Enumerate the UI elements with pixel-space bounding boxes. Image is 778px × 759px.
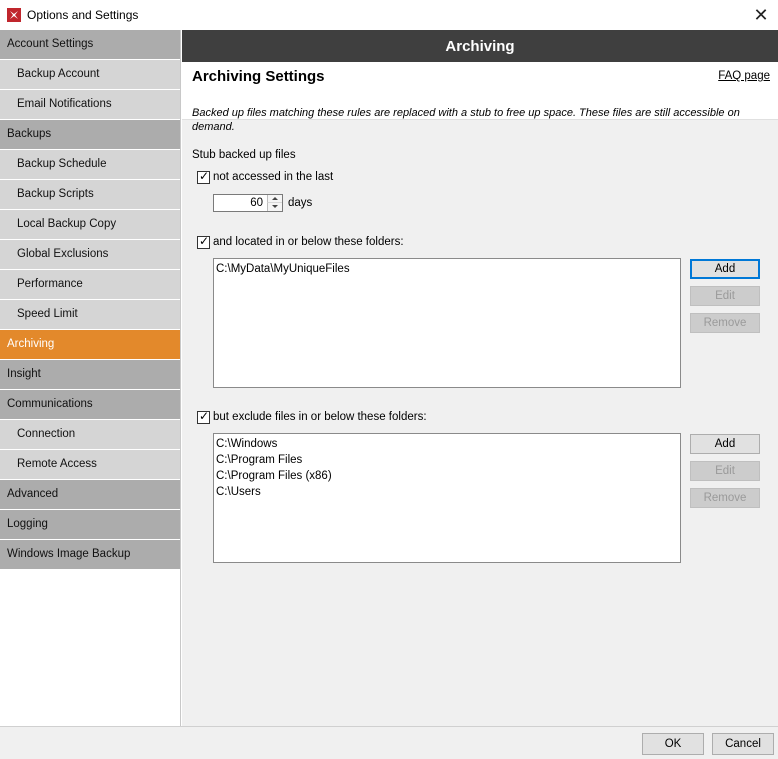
list-item[interactable]: C:\Windows <box>215 436 679 452</box>
sidebar-item-backups[interactable]: Backups <box>0 120 180 149</box>
sidebar-item-insight[interactable]: Insight <box>0 360 180 389</box>
exclude-folders-label: but exclude files in or below these fold… <box>213 411 427 423</box>
app-logo-icon <box>7 8 21 22</box>
cancel-button[interactable]: Cancel <box>712 733 774 755</box>
sidebar-item-logging[interactable]: Logging <box>0 510 180 539</box>
sidebar-item-archiving[interactable]: Archiving <box>0 330 180 359</box>
checkmark-icon: ✓ <box>199 169 210 183</box>
include-edit-button[interactable]: Edit <box>690 286 760 306</box>
sidebar-item-remote-access[interactable]: Remote Access <box>0 450 180 479</box>
stub-label: Stub backed up files <box>192 149 296 161</box>
sidebar-item-performance[interactable]: Performance <box>0 270 180 299</box>
list-item[interactable]: C:\Program Files (x86) <box>215 468 679 484</box>
title-bar: Options and Settings ✕ <box>0 0 778 30</box>
sidebar-item-connection[interactable]: Connection <box>0 420 180 449</box>
spin-down-icon[interactable] <box>267 203 282 211</box>
sidebar-item-backup-account[interactable]: Backup Account <box>0 60 180 89</box>
faq-link[interactable]: FAQ page <box>718 70 770 82</box>
sidebar-item-communications[interactable]: Communications <box>0 390 180 419</box>
ok-button[interactable]: OK <box>642 733 704 755</box>
days-unit-label: days <box>288 197 313 209</box>
checkmark-icon: ✓ <box>199 234 210 248</box>
include-remove-button[interactable]: Remove <box>690 313 760 333</box>
description-text: Backed up files matching these rules are… <box>192 107 740 133</box>
days-value[interactable]: 60 <box>214 195 266 211</box>
list-item[interactable]: C:\Program Files <box>215 452 679 468</box>
sidebar-item-advanced[interactable]: Advanced <box>0 480 180 509</box>
list-item[interactable]: C:\MyData\MyUniqueFiles <box>215 261 679 277</box>
dialog-footer: OK Cancel <box>0 726 778 759</box>
not-accessed-label: not accessed in the last <box>213 171 334 183</box>
include-add-button[interactable]: Add <box>690 259 760 279</box>
exclude-folders-checkbox[interactable]: ✓ <box>197 409 210 424</box>
sidebar-item-windows-image-backup[interactable]: Windows Image Backup <box>0 540 180 569</box>
exclude-edit-button[interactable]: Edit <box>690 461 760 481</box>
sidebar-item-email-notifications[interactable]: Email Notifications <box>0 90 180 119</box>
exclude-remove-button[interactable]: Remove <box>690 488 760 508</box>
include-folders-checkbox[interactable]: ✓ <box>197 234 210 249</box>
section-title: Archiving Settings <box>192 68 325 85</box>
spin-up-icon[interactable] <box>267 195 282 203</box>
window-title: Options and Settings <box>27 8 139 22</box>
include-folders-list[interactable]: C:\MyData\MyUniqueFiles <box>213 258 681 388</box>
settings-sidebar: Account Settings Backup Account Email No… <box>0 30 181 726</box>
sidebar-item-speed-limit[interactable]: Speed Limit <box>0 300 180 329</box>
close-icon[interactable]: ✕ <box>750 4 772 26</box>
exclude-add-button[interactable]: Add <box>690 434 760 454</box>
sidebar-item-local-backup-copy[interactable]: Local Backup Copy <box>0 210 180 239</box>
panel-header: Archiving <box>182 30 778 62</box>
sidebar-item-account-settings[interactable]: Account Settings <box>0 30 180 59</box>
sidebar-item-global-exclusions[interactable]: Global Exclusions <box>0 240 180 269</box>
days-stepper[interactable]: 60 <box>213 194 283 212</box>
exclude-folders-list[interactable]: C:\Windows C:\Program Files C:\Program F… <box>213 433 681 563</box>
include-folders-label: and located in or below these folders: <box>213 236 404 248</box>
sidebar-item-backup-schedule[interactable]: Backup Schedule <box>0 150 180 179</box>
archiving-panel: Archiving Archiving Settings FAQ page Ba… <box>182 30 778 726</box>
list-item[interactable]: C:\Users <box>215 484 679 500</box>
not-accessed-checkbox[interactable]: ✓ <box>197 169 210 184</box>
sidebar-item-backup-scripts[interactable]: Backup Scripts <box>0 180 180 209</box>
checkmark-icon: ✓ <box>199 409 210 423</box>
